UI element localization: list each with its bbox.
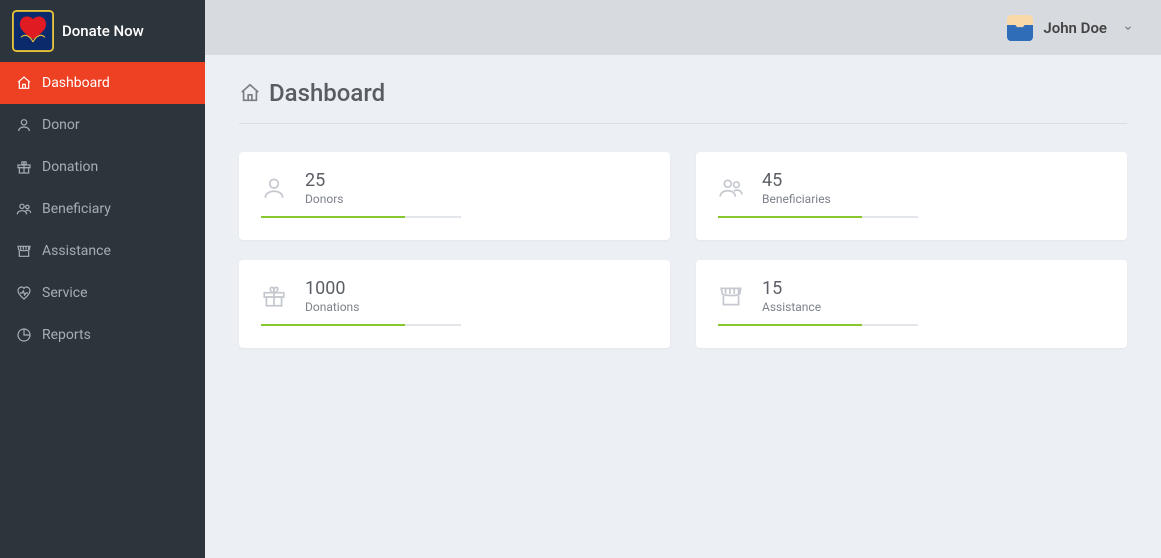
gift-icon (261, 283, 287, 309)
sidebar-item-label: Assistance (42, 243, 111, 259)
card-beneficiaries[interactable]: 45 Beneficiaries (696, 152, 1127, 240)
avatar[interactable] (1007, 15, 1033, 41)
progress-track (261, 216, 461, 218)
username[interactable]: John Doe (1043, 19, 1107, 37)
progress-track (718, 324, 918, 326)
card-assistance[interactable]: 15 Assistance (696, 260, 1127, 348)
home-icon (239, 82, 261, 104)
user-icon (261, 175, 287, 201)
content: Dashboard 25 Donors (205, 55, 1161, 372)
sidebar-item-donation[interactable]: Donation (0, 146, 205, 188)
sidebar-item-label: Donation (42, 159, 98, 175)
card-label: Donors (305, 192, 343, 206)
card-value: 25 (305, 170, 343, 191)
progress-bar (261, 216, 405, 218)
page-title: Dashboard (269, 79, 385, 107)
gift-icon (16, 159, 32, 175)
brand-logo-icon (12, 10, 54, 52)
brand[interactable]: Donate Now (0, 0, 205, 62)
progress-track (718, 216, 918, 218)
sidebar-item-assistance[interactable]: Assistance (0, 230, 205, 272)
sidebar-item-service[interactable]: Service (0, 272, 205, 314)
card-label: Donations (305, 300, 359, 314)
progress-bar (261, 324, 405, 326)
page-title-row: Dashboard (239, 79, 1127, 124)
sidebar-item-beneficiary[interactable]: Beneficiary (0, 188, 205, 230)
progress-bar (718, 324, 862, 326)
pie-chart-icon (16, 327, 32, 343)
card-donors[interactable]: 25 Donors (239, 152, 670, 240)
users-icon (718, 175, 744, 201)
home-icon (16, 75, 32, 91)
sidebar-item-label: Dashboard (42, 75, 110, 91)
topbar: John Doe (205, 0, 1161, 55)
user-icon (16, 117, 32, 133)
card-label: Beneficiaries (762, 192, 831, 206)
card-value: 15 (762, 278, 821, 299)
nav: Dashboard Donor Donation Beneficiary Ass… (0, 62, 205, 356)
sidebar: Donate Now Dashboard Donor Donation Bene… (0, 0, 205, 558)
card-value: 1000 (305, 278, 359, 299)
sidebar-item-label: Beneficiary (42, 201, 111, 217)
card-label: Assistance (762, 300, 821, 314)
users-icon (16, 201, 32, 217)
sidebar-item-label: Reports (42, 327, 91, 343)
card-donations[interactable]: 1000 Donations (239, 260, 670, 348)
sidebar-item-label: Service (42, 285, 88, 301)
sidebar-item-donor[interactable]: Donor (0, 104, 205, 146)
cards-grid: 25 Donors 45 Beneficiaries (239, 152, 1127, 348)
main: John Doe Dashboard 25 Donors (205, 0, 1161, 558)
progress-track (261, 324, 461, 326)
store-icon (718, 283, 744, 309)
store-icon (16, 243, 32, 259)
sidebar-item-label: Donor (42, 117, 80, 133)
chevron-down-icon[interactable] (1123, 23, 1133, 33)
sidebar-item-dashboard[interactable]: Dashboard (0, 62, 205, 104)
card-value: 45 (762, 170, 831, 191)
progress-bar (718, 216, 862, 218)
heart-pulse-icon (16, 285, 32, 301)
brand-title: Donate Now (62, 22, 144, 40)
sidebar-item-reports[interactable]: Reports (0, 314, 205, 356)
